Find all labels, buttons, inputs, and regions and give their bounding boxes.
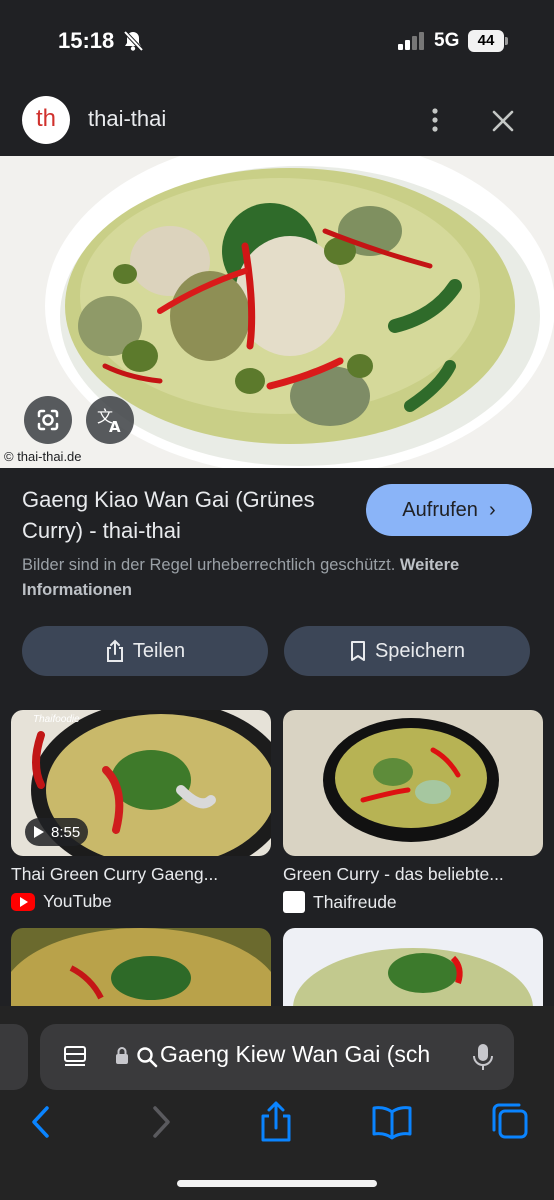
address-bar[interactable]: Gaeng Kiew Wan Gai (sch: [40, 1024, 514, 1090]
safari-share-icon[interactable]: [254, 1100, 298, 1144]
previous-tab[interactable]: [0, 1024, 28, 1090]
lock-icon: [116, 1047, 128, 1064]
bookmarks-icon[interactable]: [370, 1100, 414, 1144]
related-source[interactable]: YouTube: [11, 891, 271, 912]
battery-cap: [505, 37, 508, 45]
battery-level: 44: [468, 30, 504, 52]
save-button[interactable]: Speichern: [284, 626, 530, 676]
translate-button[interactable]: 文 A: [86, 396, 134, 444]
close-icon[interactable]: [488, 106, 518, 136]
tabs-icon[interactable]: [488, 1100, 532, 1144]
source-name: Thaifreude: [313, 891, 397, 912]
related-source[interactable]: Thaifreude: [283, 891, 543, 913]
play-icon: [34, 826, 44, 838]
video-duration: 8:55: [25, 818, 89, 846]
related-card[interactable]: [283, 928, 543, 1008]
search-icon: [137, 1047, 158, 1068]
svg-text:A: A: [109, 418, 121, 436]
related-thumbnail: [11, 928, 271, 1008]
source-name: YouTube: [43, 891, 112, 911]
youtube-icon: [11, 892, 35, 911]
result-title: Gaeng Kiao Wan Gai (Grünes Curry) - thai…: [22, 487, 315, 543]
translate-icon: 文 A: [97, 407, 121, 436]
result-header: th thai-thai: [0, 86, 554, 156]
copyright-notice: Bilder sind in der Regel urheberrechtlic…: [22, 553, 534, 603]
related-card[interactable]: Green Curry - das beliebte... Thaifreude: [283, 710, 543, 913]
share-icon: [106, 639, 123, 662]
related-title[interactable]: Green Curry - das beliebte...: [283, 864, 541, 885]
forward-icon[interactable]: [138, 1100, 182, 1144]
duration-text: 8:55: [51, 823, 81, 841]
related-thumbnail: Thaifoodie 8:55: [11, 710, 271, 856]
share-button[interactable]: Teilen: [22, 626, 268, 676]
related-thumbnail: [283, 710, 543, 856]
chevron-right-icon: ›: [483, 499, 496, 521]
google-lens-button[interactable]: [24, 396, 72, 444]
visit-button[interactable]: Aufrufen ›: [366, 484, 532, 536]
signal-icon: [398, 32, 424, 50]
mic-icon[interactable]: [472, 1042, 494, 1072]
share-label: Teilen: [132, 639, 186, 662]
notice-text: Bilder sind in der Regel urheberrechtlic…: [22, 556, 396, 574]
status-bar: 15:18 5G 44: [0, 0, 554, 86]
image-copyright: © thai-thai.de: [4, 449, 82, 464]
thumbnail-watermark: Thaifoodie: [33, 714, 80, 725]
back-icon[interactable]: [20, 1100, 64, 1144]
url-text[interactable]: Gaeng Kiew Wan Gai (sch: [160, 1041, 454, 1068]
curry-bowl-image: [0, 156, 554, 468]
network-type: 5G: [434, 30, 460, 51]
result-image[interactable]: [0, 156, 554, 468]
site-logo: th: [22, 96, 70, 144]
thaifreude-icon: [283, 891, 305, 913]
visit-button-label: Aufrufen: [402, 499, 478, 521]
related-card[interactable]: [11, 928, 271, 1008]
reader-icon[interactable]: [62, 1044, 88, 1070]
google-lens-icon: [37, 409, 59, 431]
related-card[interactable]: Thaifoodie 8:55 Thai Green Curry Gaeng..…: [11, 710, 271, 912]
save-label: Speichern: [374, 639, 466, 662]
bell-slash-icon: [123, 30, 144, 52]
status-time: 15:18: [58, 28, 115, 53]
site-name[interactable]: thai-thai: [88, 106, 166, 132]
browser-toolbar: Gaeng Kiew Wan Gai (sch: [0, 1006, 554, 1200]
related-thumbnail: [283, 928, 543, 1008]
bookmark-icon: [350, 641, 365, 661]
related-title[interactable]: Thai Green Curry Gaeng...: [11, 864, 269, 885]
more-vert-icon[interactable]: [420, 104, 450, 136]
home-indicator: [177, 1180, 377, 1187]
